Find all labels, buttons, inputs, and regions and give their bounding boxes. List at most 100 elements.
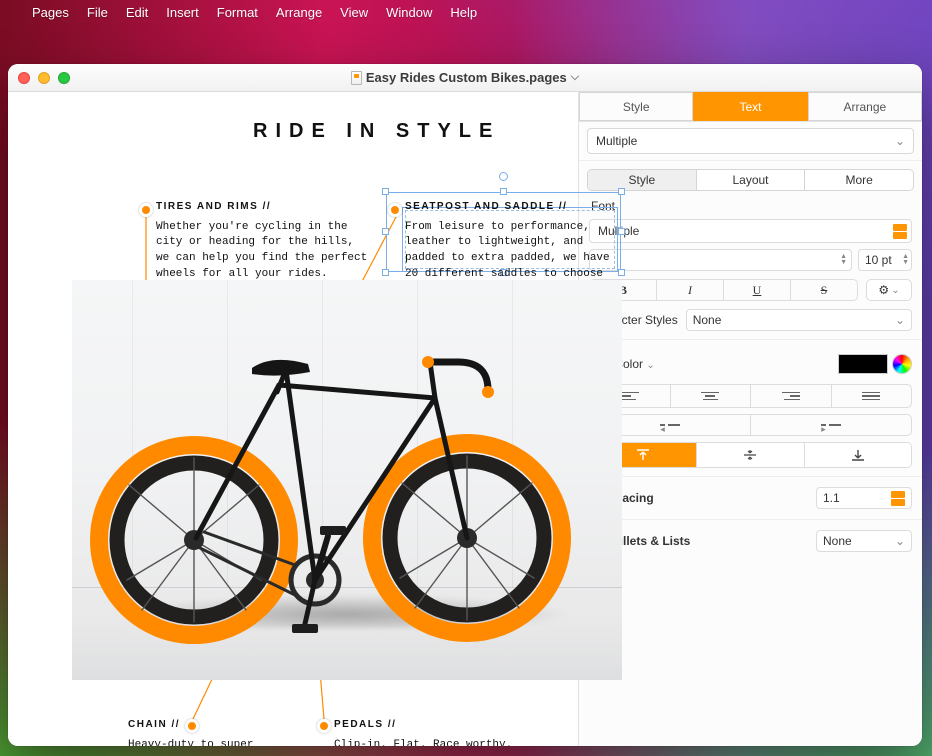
paragraph-style-select[interactable]: Multiple ⌄ — [587, 128, 914, 154]
text-box-heading: SEATPOST AND SADDLE // — [405, 200, 615, 215]
menubar-item-window[interactable]: Window — [386, 5, 432, 20]
bicycle-drawing — [72, 280, 622, 680]
strikethrough-button[interactable]: S — [791, 280, 857, 300]
menubar-app[interactable]: Pages — [32, 5, 69, 20]
menubar-item-edit[interactable]: Edit — [126, 5, 148, 20]
align-right-button[interactable] — [751, 385, 832, 407]
resize-handle-ml[interactable] — [382, 228, 389, 235]
valign-top-icon — [635, 448, 651, 462]
align-justify-button[interactable] — [832, 385, 912, 407]
text-box-heading: CHAIN // — [128, 718, 288, 733]
text-box-pedals[interactable]: PEDALS // Clip-in. Flat. Race worthy. Me… — [334, 718, 514, 746]
horizontal-align-buttons — [589, 384, 912, 408]
spacing-stepper-icon[interactable] — [891, 491, 905, 506]
chevron-down-icon: ⌄ — [895, 534, 905, 548]
format-sidebar: Style Text Arrange Multiple ⌄ Style Layo… — [578, 92, 922, 746]
close-button[interactable] — [18, 72, 30, 84]
text-color-swatch[interactable] — [838, 354, 888, 374]
text-box-body: Clip-in. Flat. Race worthy. Metal. Nonsl… — [334, 738, 514, 747]
font-family-select[interactable]: Multiple — [589, 219, 912, 243]
tab-text[interactable]: Text — [693, 92, 807, 121]
paragraph-style-value: Multiple — [596, 134, 637, 148]
align-right-icon — [782, 392, 800, 401]
gear-icon: ⚙︎ — [878, 283, 889, 297]
bullets-value: None — [823, 534, 852, 548]
tab-arrange[interactable]: Arrange — [808, 92, 922, 121]
text-box-heading: PEDALS // — [334, 718, 514, 733]
spacing-select[interactable]: 1.1 — [816, 487, 912, 509]
minimize-button[interactable] — [38, 72, 50, 84]
spacing-row[interactable]: ▸ Spacing 1.1 — [579, 477, 922, 520]
text-box-body: Heavy-duty to super light, or anywhere i… — [128, 738, 288, 747]
align-justify-icon — [862, 392, 880, 401]
document-canvas[interactable]: RIDE IN STYLE TIRES AND RIMS // Whether … — [8, 92, 578, 746]
zoom-button[interactable] — [58, 72, 70, 84]
subtab-style[interactable]: Style — [588, 170, 697, 190]
callout-marker-seatpost[interactable] — [388, 203, 402, 217]
font-family-stepper-icon[interactable] — [893, 224, 907, 239]
underline-button[interactable]: U — [724, 280, 791, 300]
resize-handle-tr[interactable] — [618, 188, 625, 195]
menubar-item-view[interactable]: View — [340, 5, 368, 20]
char-styles-value: None — [693, 313, 722, 327]
valign-middle-icon — [742, 448, 758, 462]
advanced-font-button[interactable]: ⚙︎ ⌄ — [866, 279, 912, 301]
up-down-icon: ▲▼ — [840, 254, 847, 266]
inspector-tabs: Style Text Arrange — [579, 92, 922, 122]
rotate-handle-icon[interactable] — [499, 172, 508, 181]
resize-handle-mr[interactable] — [618, 228, 625, 235]
valign-bottom-icon — [850, 448, 866, 462]
tab-style[interactable]: Style — [579, 92, 693, 121]
text-box-heading: TIRES AND RIMS // — [156, 200, 371, 215]
callout-marker-tires[interactable] — [139, 203, 153, 217]
decrease-indent-icon: ◂ — [660, 424, 680, 426]
size-stepper-icon[interactable]: ▲▼ — [902, 254, 909, 266]
resize-handle-tm[interactable] — [500, 188, 507, 195]
bicycle-image[interactable] — [72, 280, 622, 680]
increase-indent-icon: ▸ — [821, 424, 841, 426]
font-group: Font Multiple ▲▼ 10 pt ▲▼ B — [579, 199, 922, 340]
menubar-item-file[interactable]: File — [87, 5, 108, 20]
text-box-tires[interactable]: TIRES AND RIMS // Whether you're cycling… — [156, 200, 371, 283]
text-subtabs: Style Layout More — [587, 169, 914, 191]
bullets-row[interactable]: ▸ Bullets & Lists None ⌄ — [579, 520, 922, 562]
menubar-item-arrange[interactable]: Arrange — [276, 5, 322, 20]
menubar-item-insert[interactable]: Insert — [166, 5, 199, 20]
font-size-field[interactable]: 10 pt ▲▼ — [858, 249, 912, 271]
font-style-buttons: B I U S — [589, 279, 858, 301]
resize-handle-br[interactable] — [618, 269, 625, 276]
macos-menubar: Pages File Edit Insert Format Arrange Vi… — [0, 0, 932, 24]
align-center-icon — [701, 392, 719, 401]
window-title: Easy Rides Custom Bikes.pages — [366, 70, 567, 85]
chevron-down-icon: ⌄ — [895, 313, 905, 327]
spacing-value: 1.1 — [823, 491, 840, 505]
italic-button[interactable]: I — [657, 280, 724, 300]
valign-bottom-button[interactable] — [805, 443, 911, 467]
window-titlebar[interactable]: Easy Rides Custom Bikes.pages ⌵ — [8, 64, 922, 92]
indent-buttons: ◂ ▸ — [589, 414, 912, 436]
callout-marker-pedals[interactable] — [317, 719, 331, 733]
resize-handle-bl[interactable] — [382, 269, 389, 276]
vertical-align-buttons — [589, 442, 912, 468]
resize-handle-tl[interactable] — [382, 188, 389, 195]
text-box-chain[interactable]: CHAIN // Heavy-duty to super light, or a… — [128, 718, 288, 746]
valign-middle-button[interactable] — [697, 443, 804, 467]
chevron-down-icon: ⌄ — [895, 134, 905, 148]
callout-marker-chain[interactable] — [185, 719, 199, 733]
subtab-more[interactable]: More — [805, 170, 913, 190]
font-face-select[interactable]: ▲▼ — [589, 249, 852, 271]
text-color-align-group: Text Color ⌄ — [579, 354, 922, 477]
subtab-layout[interactable]: Layout — [697, 170, 806, 190]
menubar-item-format[interactable]: Format — [217, 5, 258, 20]
title-menu-chevron-icon[interactable]: ⌵ — [571, 71, 579, 84]
font-size-value: 10 pt — [865, 253, 892, 267]
increase-indent-button[interactable]: ▸ — [751, 415, 911, 435]
color-wheel-icon[interactable] — [892, 354, 912, 374]
font-label: Font — [591, 199, 912, 213]
document-proxy-icon[interactable] — [351, 71, 362, 85]
char-styles-select[interactable]: None ⌄ — [686, 309, 912, 331]
page-title[interactable]: RIDE IN STYLE — [253, 120, 578, 143]
align-center-button[interactable] — [671, 385, 752, 407]
bullets-select[interactable]: None ⌄ — [816, 530, 912, 552]
menubar-item-help[interactable]: Help — [450, 5, 477, 20]
